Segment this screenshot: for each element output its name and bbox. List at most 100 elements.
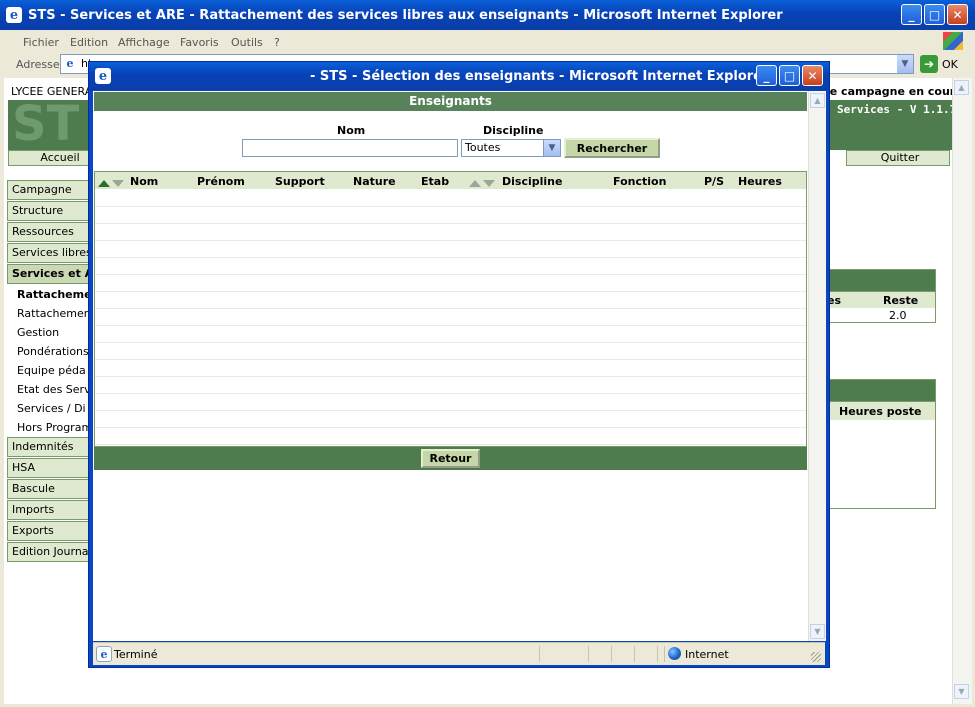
table-row — [95, 308, 806, 326]
windows-logo-icon — [943, 32, 963, 50]
table-row — [95, 410, 806, 428]
table-row — [95, 393, 806, 411]
discipline-selected-value: Toutes — [465, 141, 501, 154]
table-row — [95, 274, 806, 292]
hours-table: Heures poste — [824, 379, 936, 509]
col-etab[interactable]: Etab — [421, 175, 449, 188]
table-row — [95, 291, 806, 309]
modal-scrollbar[interactable]: ▲ ▼ — [808, 91, 826, 641]
col-nature[interactable]: Nature — [353, 175, 396, 188]
nav-hsa[interactable]: HSA — [7, 458, 91, 478]
menu-outils[interactable]: Outils — [231, 36, 263, 49]
modal-minimize-icon[interactable]: _ — [756, 65, 777, 86]
discipline-select[interactable]: Toutes ▼ — [461, 139, 561, 157]
discipline-dropdown-icon[interactable]: ▼ — [543, 140, 560, 156]
nav-structure[interactable]: Structure — [7, 201, 91, 221]
table-row — [95, 257, 806, 275]
enseignants-header: Enseignants — [94, 92, 807, 111]
menu-help[interactable]: ? — [274, 36, 280, 49]
rechercher-button[interactable]: Rechercher — [564, 138, 660, 158]
col-heures[interactable]: Heures — [738, 175, 782, 188]
subnav-ponderations[interactable]: Pondérations — [17, 345, 93, 358]
main-window-title: STS - Services et ARE - Rattachement des… — [28, 8, 783, 23]
retour-button[interactable]: Retour — [421, 449, 480, 468]
status-page-icon: e — [96, 646, 112, 662]
table-row — [95, 223, 806, 241]
main-scrollbar[interactable]: ▲ ▼ — [952, 78, 972, 704]
table-row — [95, 325, 806, 343]
subnav-gestion[interactable]: Gestion — [17, 326, 93, 339]
subnav-rattachement-2[interactable]: Rattachemen — [17, 307, 93, 320]
status-separator — [588, 646, 589, 662]
results-table: Nom Prénom Support Nature Etab Disciplin… — [94, 171, 807, 447]
modal-title: - STS - Sélection des enseignants - Micr… — [310, 69, 769, 84]
address-dropdown-icon[interactable]: ▼ — [897, 55, 913, 73]
col-discipline[interactable]: Discipline — [502, 175, 562, 188]
menu-favoris[interactable]: Favoris — [180, 36, 219, 49]
subnav-hors-program[interactable]: Hors Program — [17, 421, 93, 434]
nav-services-et-are[interactable]: Services et A — [7, 264, 91, 284]
hours-table-columns: Heures poste — [825, 401, 935, 420]
subnav-rattachement-1[interactable]: Rattachemen — [17, 288, 93, 301]
hours-col-heures-poste: Heures poste — [839, 405, 922, 418]
menu-affichage[interactable]: Affichage — [118, 36, 170, 49]
nav-bascule[interactable]: Bascule — [7, 479, 91, 499]
nav-ressources[interactable]: Ressources — [7, 222, 91, 242]
summary-table-columns: es Reste — [825, 291, 935, 308]
table-row — [95, 189, 806, 207]
modal-maximize-icon[interactable]: □ — [779, 65, 800, 86]
status-separator — [634, 646, 635, 662]
menu-fichier[interactable]: Fichier — [23, 36, 59, 49]
subnav-etat[interactable]: Etat des Serv — [17, 383, 93, 396]
subnav-services-di[interactable]: Services / Di — [17, 402, 93, 415]
go-arrow-icon[interactable]: ➔ — [920, 55, 938, 73]
menu-edition[interactable]: Edition — [70, 36, 108, 49]
go-button-label[interactable]: OK — [942, 58, 958, 71]
quitter-button[interactable]: Quitter — [846, 150, 950, 166]
nav-campagne[interactable]: Campagne — [7, 180, 91, 200]
col-prenom[interactable]: Prénom — [197, 175, 245, 188]
nav-exports[interactable]: Exports — [7, 521, 91, 541]
app-version: Services - V 1.1.7 — [837, 103, 957, 116]
modal-close-icon[interactable]: ✕ — [802, 65, 823, 86]
summary-reste-value: 2.0 — [889, 309, 907, 322]
nav-edition-journal[interactable]: Edition Journa — [7, 542, 91, 562]
table-row — [95, 376, 806, 394]
table-row — [95, 342, 806, 360]
main-title-bar[interactable]: e STS - Services et ARE - Rattachement d… — [0, 0, 975, 30]
subnav-equipe[interactable]: Equipe péda — [17, 364, 93, 377]
status-zone: Internet — [685, 648, 729, 661]
modal-window: e - STS - Sélection des enseignants - Mi… — [88, 61, 830, 668]
modal-content: Enseignants Nom Discipline Toutes ▼ Rech… — [93, 91, 826, 641]
main-scroll-up-icon[interactable]: ▲ — [954, 80, 969, 95]
col-fonction[interactable]: Fonction — [613, 175, 666, 188]
minimize-icon[interactable]: _ — [901, 4, 922, 25]
col-nom[interactable]: Nom — [130, 175, 158, 188]
ie-icon: e — [6, 7, 22, 23]
close-icon[interactable]: ✕ — [947, 4, 968, 25]
maximize-icon[interactable]: □ — [924, 4, 945, 25]
modal-title-bar[interactable]: e - STS - Sélection des enseignants - Mi… — [89, 62, 829, 90]
nav-imports[interactable]: Imports — [7, 500, 91, 520]
status-separator — [539, 646, 540, 662]
nom-input[interactable] — [242, 139, 458, 157]
table-row — [95, 427, 806, 445]
main-scroll-down-icon[interactable]: ▼ — [954, 684, 969, 699]
summary-col-reste: Reste — [883, 294, 919, 307]
resize-grip-icon[interactable] — [811, 652, 821, 662]
col-support[interactable]: Support — [275, 175, 325, 188]
status-separator — [611, 646, 612, 662]
nav-services-libres[interactable]: Services libres — [7, 243, 91, 263]
modal-ie-icon: e — [95, 68, 111, 84]
modal-status-bar: e Terminé Internet — [93, 642, 825, 665]
modal-scroll-down-icon[interactable]: ▼ — [810, 624, 825, 639]
table-row — [95, 206, 806, 224]
col-ps[interactable]: P/S — [704, 175, 724, 188]
table-row — [95, 240, 806, 258]
results-rows — [95, 189, 806, 446]
menu-bar: Fichier Edition Affichage Favoris Outils… — [0, 30, 975, 53]
modal-scroll-up-icon[interactable]: ▲ — [810, 93, 825, 108]
address-label: Adresse — [16, 58, 60, 71]
nav-indemnites[interactable]: Indemnités — [7, 437, 91, 457]
globe-icon — [668, 647, 681, 660]
